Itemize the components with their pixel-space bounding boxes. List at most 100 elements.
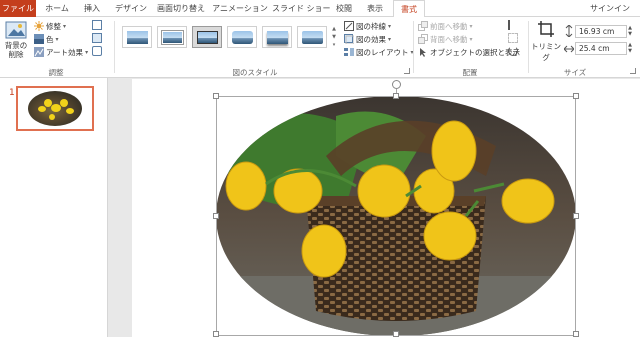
- style-preview-image: [162, 31, 183, 44]
- tab-transitions[interactable]: 画面切り替え: [154, 0, 208, 17]
- color-button[interactable]: 色 ▾: [34, 33, 59, 45]
- bring-forward-label: 前面へ移動: [430, 21, 468, 31]
- crop-label: トリミング: [531, 42, 561, 62]
- change-picture-icon[interactable]: [92, 33, 102, 43]
- chevron-down-icon: ▾: [63, 22, 67, 30]
- gallery-scroll-down[interactable]: ▼: [330, 34, 338, 41]
- height-spinner[interactable]: ▲ ▼: [627, 25, 633, 38]
- reset-picture-icon[interactable]: [92, 46, 102, 56]
- selection-pane-label: オブジェクトの選択と表示: [430, 47, 520, 57]
- align-icon[interactable]: [508, 20, 518, 30]
- group-separator: [114, 21, 115, 73]
- resize-handle-se[interactable]: [573, 331, 579, 337]
- picture-border-label: 図の枠線: [356, 21, 386, 31]
- style-preview-image: [197, 31, 218, 44]
- gallery-more[interactable]: ▾: [330, 42, 338, 49]
- slide-thumbnail-panel: 1: [0, 78, 108, 337]
- width-spinner[interactable]: ▲ ▼: [627, 42, 633, 55]
- artistic-effects-label: アート効果: [46, 47, 84, 57]
- picture-effects-button[interactable]: 図の効果 ▾: [344, 33, 391, 45]
- group-label-picture-styles: 図のスタイル: [232, 68, 278, 77]
- width-icon: [564, 45, 574, 53]
- corrections-label: 修整: [46, 21, 61, 31]
- sun-icon: [34, 21, 44, 31]
- tab-slideshow[interactable]: スライド ショー: [272, 0, 331, 17]
- send-backward-label: 背面へ移動: [430, 34, 468, 44]
- selection-pane-button[interactable]: オブジェクトの選択と表示: [418, 46, 520, 58]
- slide-number: 1: [9, 88, 15, 98]
- signin-link[interactable]: サインイン: [590, 0, 630, 17]
- group-label-arrange: 配置: [462, 68, 478, 77]
- picture-layout-icon: [344, 48, 354, 56]
- color-icon: [34, 34, 44, 44]
- resize-handle-nw[interactable]: [213, 93, 219, 99]
- resize-handle-w[interactable]: [213, 213, 219, 219]
- compress-pictures-icon[interactable]: [92, 20, 102, 30]
- tab-home[interactable]: ホーム: [40, 0, 74, 17]
- group-separator: [528, 21, 529, 73]
- style-preview-image: [302, 31, 323, 44]
- dialog-launcher-icon[interactable]: [404, 68, 410, 74]
- picture-layout-button[interactable]: 図のレイアウト ▾: [344, 46, 414, 58]
- group-icon[interactable]: [508, 33, 518, 43]
- picture-style-thumb[interactable]: [262, 26, 292, 48]
- slide-thumbnail[interactable]: [16, 86, 94, 131]
- chevron-down-icon: ▾: [469, 35, 473, 43]
- resize-handle-s[interactable]: [393, 331, 399, 337]
- tab-file[interactable]: ファイル: [0, 0, 36, 17]
- selection-pane-icon: [420, 48, 426, 57]
- slide-canvas[interactable]: [132, 79, 640, 337]
- corrections-button[interactable]: 修整 ▾: [34, 20, 66, 32]
- tab-review[interactable]: 校閲: [331, 0, 357, 17]
- picture-styles-gallery[interactable]: ▲ ▼ ▾: [118, 17, 338, 65]
- tab-insert[interactable]: 挿入: [78, 0, 106, 17]
- height-input[interactable]: 16.93 cm: [575, 25, 627, 38]
- dialog-launcher-icon[interactable]: [630, 68, 636, 74]
- picture-style-thumb[interactable]: [157, 26, 187, 48]
- bring-forward-button[interactable]: 前面へ移動 ▾: [418, 20, 473, 32]
- resize-handle-n[interactable]: [393, 93, 399, 99]
- chevron-down-icon: ▾: [388, 22, 392, 30]
- artistic-effects-button[interactable]: アート効果 ▾: [34, 46, 88, 58]
- picture-border-icon: [344, 21, 354, 31]
- picture-style-thumb[interactable]: [297, 26, 327, 48]
- color-label: 色: [46, 34, 54, 44]
- picture-effects-icon: [344, 34, 354, 44]
- remove-background-button[interactable]: 背景の削除: [3, 20, 29, 64]
- rotate-icon[interactable]: [508, 46, 518, 56]
- resize-handle-e[interactable]: [573, 213, 579, 219]
- ribbon: 背景の削除 修整 ▾ 色 ▾ アート効果 ▾ 調整 ▲ ▼ ▾ 図の枠線 ▾ 図…: [0, 17, 640, 78]
- gallery-scroll-up[interactable]: ▲: [330, 26, 338, 33]
- remove-background-icon: [5, 21, 27, 39]
- group-separator: [413, 21, 414, 73]
- picture-border-button[interactable]: 図の枠線 ▾: [344, 20, 391, 32]
- group-label-size: サイズ: [563, 68, 587, 77]
- slide-editor: [108, 78, 640, 337]
- chevron-down-icon: ▾: [85, 48, 89, 56]
- rotation-handle[interactable]: [392, 80, 401, 89]
- picture-style-thumb-selected[interactable]: [192, 26, 222, 48]
- crop-button[interactable]: トリミング: [531, 20, 561, 64]
- resize-handle-sw[interactable]: [213, 331, 219, 337]
- bring-forward-icon: [418, 21, 428, 31]
- artistic-effects-icon: [34, 47, 44, 57]
- style-preview-image: [232, 31, 253, 44]
- group-label-adjust: 調整: [48, 68, 64, 77]
- style-preview-image: [127, 31, 148, 44]
- crop-icon: [538, 21, 554, 37]
- chevron-down-icon: ▾: [55, 35, 59, 43]
- chevron-down-icon: ▾: [388, 35, 392, 43]
- picture-style-thumb[interactable]: [122, 26, 152, 48]
- width-input[interactable]: 25.4 cm: [575, 42, 627, 55]
- remove-background-label: 背景の削除: [4, 41, 28, 59]
- ribbon-tab-bar: ファイル ホーム 挿入 デザイン 画面切り替え アニメーション スライド ショー…: [0, 0, 640, 18]
- tab-design[interactable]: デザイン: [112, 0, 150, 17]
- chevron-down-icon: ▾: [469, 22, 473, 30]
- tab-format[interactable]: 書式: [393, 0, 425, 18]
- picture-style-thumb[interactable]: [227, 26, 257, 48]
- tab-animations[interactable]: アニメーション: [212, 0, 268, 17]
- tab-view[interactable]: 表示: [362, 0, 388, 17]
- picture-layout-label: 図のレイアウト: [356, 47, 409, 57]
- send-backward-button[interactable]: 背面へ移動 ▾: [418, 33, 473, 45]
- resize-handle-ne[interactable]: [573, 93, 579, 99]
